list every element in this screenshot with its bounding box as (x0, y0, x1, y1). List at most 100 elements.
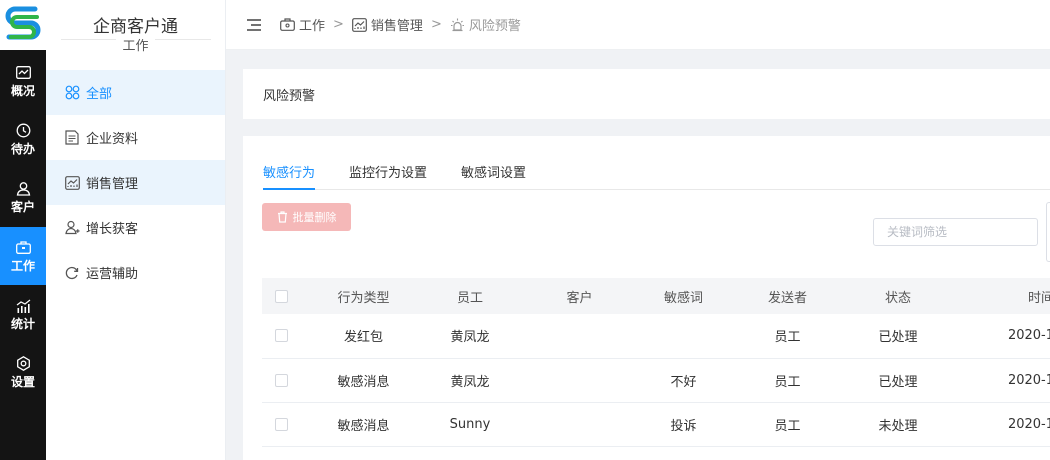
table-row[interactable]: 敏感消息 黄凤龙 不好 员工 已处理 2020-1 (262, 358, 1050, 403)
column-header: 敏感词 (646, 278, 721, 314)
app-logo[interactable] (0, 0, 46, 50)
select-all-checkbox[interactable] (274, 289, 288, 303)
breadcrumb-current: 风险预警 (468, 19, 521, 34)
rail-item-customer[interactable]: 客户 (0, 168, 46, 226)
sidebar-item-label: 销售管理 (86, 177, 139, 192)
cell-status: 未处理 (854, 402, 942, 447)
menu-toggle-icon[interactable] (246, 17, 262, 33)
sidebar-item-label: 运营辅助 (86, 267, 139, 282)
cell-customer (513, 358, 646, 403)
sidebar-header: 企商客户通 工作 (46, 0, 225, 70)
trash-icon (277, 211, 289, 223)
clock-icon (15, 123, 31, 139)
cell-employee: 黄凤龙 (427, 358, 513, 403)
gear-icon (15, 356, 31, 372)
main-panel: 敏感行为 监控行为设置 敏感词设置 批量删除 行为类型 员工 客户 敏感 (243, 136, 1050, 460)
cell-behavior-type: 敏感消息 (300, 358, 427, 403)
batch-delete-label: 批量删除 (292, 211, 337, 224)
breadcrumb: 工作 > 销售管理 > 风险预警 (280, 15, 521, 34)
sidebar-item-operations[interactable]: 运营辅助 (46, 250, 225, 295)
rail-item-stats[interactable]: 统计 (0, 285, 46, 343)
briefcase-icon (280, 17, 295, 32)
table-row[interactable]: 发红包 黄凤龙 员工 已处理 2020-1 (262, 314, 1050, 359)
rail-label: 工作 (10, 258, 35, 273)
tab-sensitive-word-settings[interactable]: 敏感词设置 (461, 162, 526, 190)
cell-sender: 员工 (721, 402, 854, 447)
cell-sender: 员工 (721, 314, 854, 359)
rail-item-work[interactable]: 工作 (0, 227, 46, 285)
rail-label: 统计 (10, 316, 35, 331)
sidebar-item-label: 企业资料 (86, 132, 139, 147)
column-header: 时间 (942, 278, 1050, 314)
cell-behavior-type: 敏感消息 (300, 402, 427, 447)
column-header: 员工 (427, 278, 513, 314)
tab-sensitive-behavior[interactable]: 敏感行为 (263, 162, 316, 190)
cell-sensitive-word: 不好 (646, 358, 721, 403)
section-divider: 工作 (60, 39, 211, 56)
sensitive-behavior-table: 行为类型 员工 客户 敏感词 发送者 状态 时间 发红包 黄凤龙 员工 已处理 … (262, 278, 1050, 447)
tab-bar: 敏感行为 监控行为设置 敏感词设置 (263, 154, 1050, 190)
cell-sender: 员工 (721, 358, 854, 403)
keyword-filter-input[interactable] (873, 218, 1038, 246)
sidebar-item-sales[interactable]: 销售管理 (46, 160, 225, 205)
users-icon (64, 220, 80, 236)
cell-customer (513, 314, 646, 359)
cell-employee: Sunny (427, 402, 513, 447)
rail-item-todo[interactable]: 待办 (0, 110, 46, 168)
breadcrumb-link-sales[interactable]: 销售管理 (371, 15, 423, 34)
briefcase-icon (15, 240, 31, 256)
top-header: 工作 > 销售管理 > 风险预警 (226, 0, 1050, 50)
header-select-all (262, 278, 300, 314)
sidebar-item-all[interactable]: 全部 (46, 70, 225, 115)
rail-item-overview[interactable]: 概况 (0, 52, 46, 110)
row-checkbox[interactable] (274, 329, 288, 343)
column-header: 行为类型 (300, 278, 427, 314)
section-name: 工作 (116, 39, 155, 54)
cell-sensitive-word (646, 314, 721, 359)
rail-label: 待办 (10, 141, 35, 156)
breadcrumb-separator: > (333, 17, 344, 32)
user-icon (15, 181, 31, 197)
cell-date: 2020-1 (942, 314, 1050, 359)
cell-employee: 黄凤龙 (427, 314, 513, 359)
row-select-cell (262, 402, 300, 447)
row-checkbox[interactable] (274, 417, 288, 431)
tab-monitor-settings[interactable]: 监控行为设置 (349, 162, 427, 190)
app-root: 概况 待办 客户 工作 统计 设置 企商客户通 工作 全部 企业资料 销售管理 … (0, 0, 1050, 460)
cell-status: 已处理 (854, 358, 942, 403)
sidebar-item-company-info[interactable]: 企业资料 (46, 115, 225, 160)
sidebar-item-label: 增长获客 (86, 222, 139, 237)
filter-control-edge[interactable] (1046, 202, 1050, 262)
alarm-icon (450, 17, 465, 32)
row-select-cell (262, 314, 300, 359)
grid-icon (64, 85, 80, 101)
rail-label: 客户 (10, 199, 35, 214)
table-header-row: 行为类型 员工 客户 敏感词 发送者 状态 时间 (262, 278, 1050, 314)
rail-label: 设置 (10, 374, 35, 389)
column-header: 发送者 (721, 278, 854, 314)
cell-date: 2020-1 (942, 358, 1050, 403)
sales-chart-icon (352, 17, 367, 32)
cell-status: 已处理 (854, 314, 942, 359)
breadcrumb-separator: > (430, 17, 442, 32)
sidebar-item-label: 全部 (86, 87, 113, 102)
cell-behavior-type: 发红包 (300, 314, 427, 359)
breadcrumb-link-work[interactable]: 工作 (299, 15, 325, 34)
row-select-cell (262, 358, 300, 403)
bar-chart-icon (15, 298, 31, 314)
main-nav-rail: 概况 待办 客户 工作 统计 设置 (0, 0, 46, 460)
sidebar-item-growth[interactable]: 增长获客 (46, 205, 225, 250)
secondary-sidebar: 企商客户通 工作 全部 企业资料 销售管理 增长获客 运营辅助 (46, 0, 226, 460)
document-icon (64, 130, 80, 146)
batch-delete-button[interactable]: 批量删除 (262, 203, 351, 231)
cell-sensitive-word: 投诉 (646, 402, 721, 447)
row-checkbox[interactable] (274, 373, 288, 387)
cell-customer (513, 402, 646, 447)
app-name: 企商客户通 (93, 17, 178, 37)
rail-label: 概况 (10, 83, 35, 98)
sales-chart-icon (64, 175, 80, 191)
table-row[interactable]: 敏感消息 Sunny 投诉 员工 未处理 2020-1 (262, 402, 1050, 447)
cell-date: 2020-1 (942, 402, 1050, 447)
rail-item-settings[interactable]: 设置 (0, 343, 46, 401)
page-title: 风险预警 (243, 69, 1050, 119)
